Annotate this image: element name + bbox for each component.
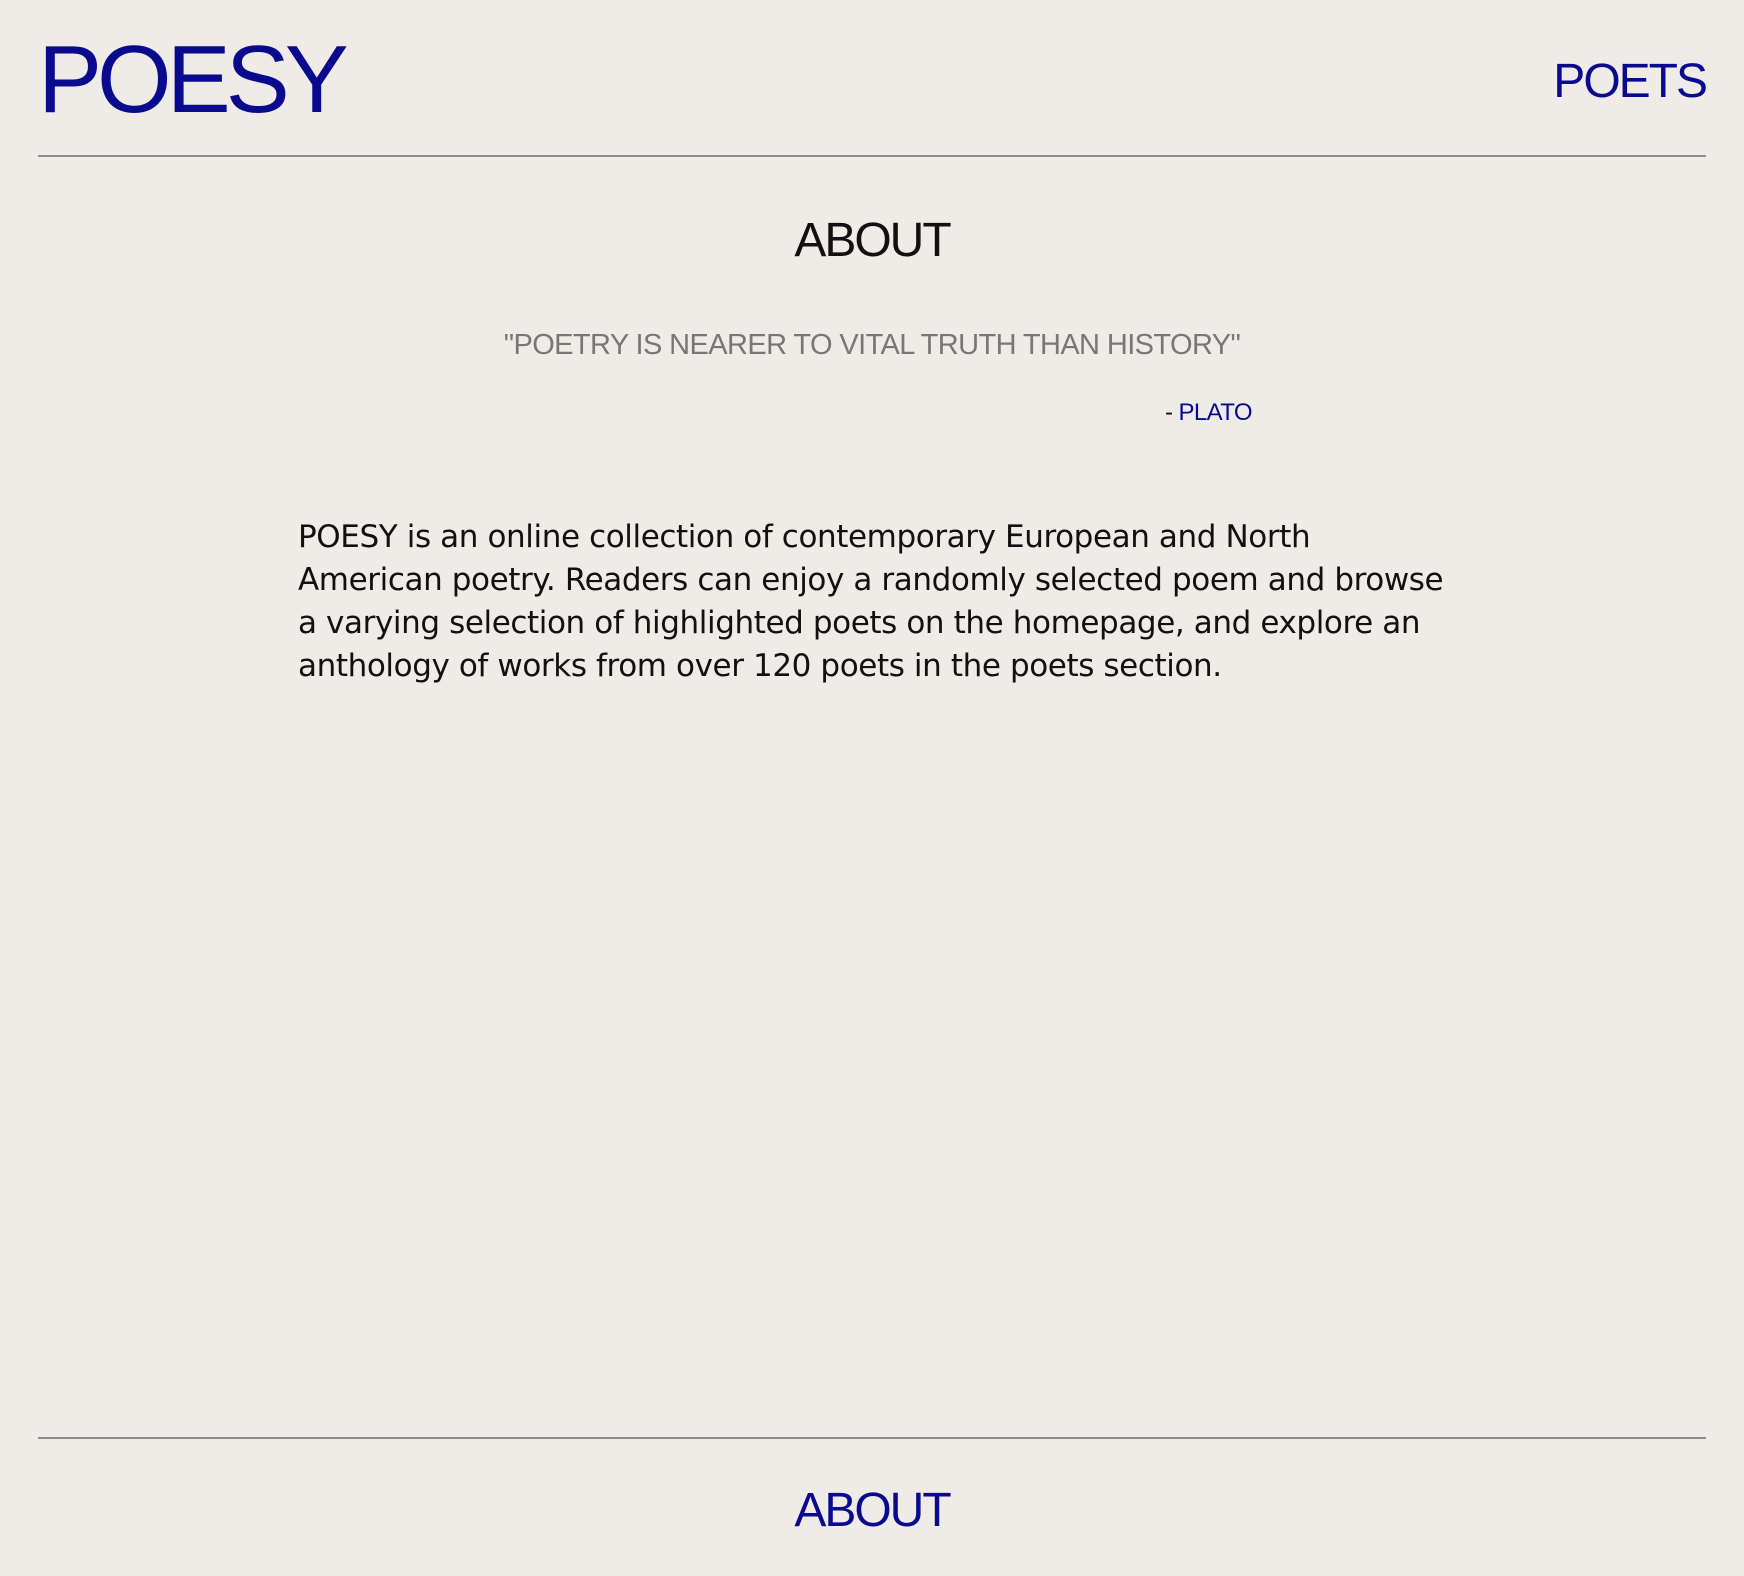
attribution-name: PLATO: [1178, 399, 1253, 426]
site-footer: ABOUT: [38, 1437, 1706, 1576]
attribution-dash: -: [1165, 399, 1179, 426]
footer-link-about[interactable]: ABOUT: [38, 1487, 1706, 1535]
nav-link-poets[interactable]: POETS: [1553, 58, 1708, 106]
site-logo-link[interactable]: POESY: [38, 32, 349, 128]
page-title: ABOUT: [794, 214, 951, 267]
about-description: POESY is an online collection of contemp…: [298, 519, 1444, 684]
epigraph-quote: "POETRY IS NEARER TO VITAL TRUTH THAN HI…: [503, 329, 1241, 361]
site-header: POESY POETS: [38, 0, 1708, 157]
main-content: ABOUT "POETRY IS NEARER TO VITAL TRUTH T…: [0, 157, 1744, 1437]
quote-attribution: - PLATO: [1165, 399, 1253, 426]
